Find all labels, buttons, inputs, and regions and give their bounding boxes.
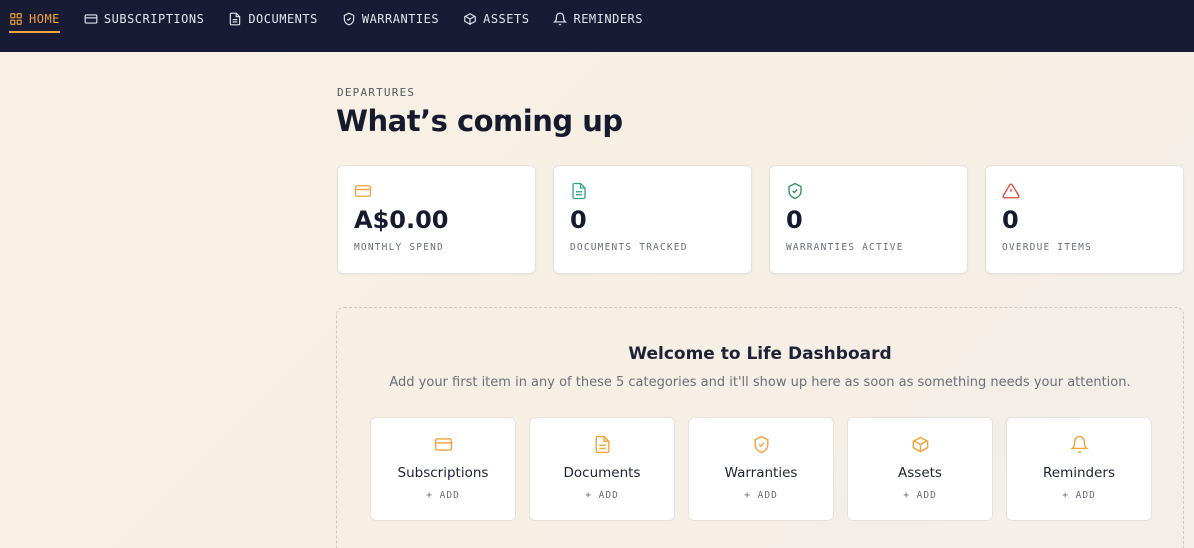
category-name: Subscriptions (397, 465, 489, 481)
add-asset-button[interactable]: + ADD (903, 490, 937, 501)
category-name: Documents (563, 465, 641, 481)
stat-overdue-items: 0 OVERDUE ITEMS (985, 165, 1184, 274)
category-card-documents[interactable]: Documents + ADD (529, 417, 675, 521)
add-reminder-button[interactable]: + ADD (1062, 490, 1096, 501)
welcome-subtitle: Add your first item in any of these 5 ca… (389, 375, 1131, 390)
add-warranty-button[interactable]: + ADD (744, 490, 778, 501)
bell-icon (553, 12, 568, 26)
credit-card-icon (434, 435, 453, 454)
credit-card-icon (84, 12, 98, 26)
category-name: Reminders (1043, 465, 1115, 481)
grid-icon (9, 12, 23, 26)
stat-value: 0 (570, 206, 587, 234)
nav-warranties[interactable]: WARRANTIES (342, 0, 439, 33)
add-subscription-button[interactable]: + ADD (426, 490, 460, 501)
welcome-title: Welcome to Life Dashboard (628, 344, 892, 364)
nav-subscriptions[interactable]: SUBSCRIPTIONS (84, 0, 204, 33)
stat-documents-tracked: 0 DOCUMENTS TRACKED (553, 165, 752, 274)
box-icon (463, 12, 477, 26)
document-icon (593, 435, 612, 454)
stats-row: A$0.00 MONTHLY SPEND 0 DOCUMENTS TRACKED… (337, 165, 1184, 274)
box-icon (911, 435, 930, 454)
nav-home-label: HOME (29, 11, 60, 26)
shield-check-icon (786, 182, 951, 200)
category-card-warranties[interactable]: Warranties + ADD (688, 417, 834, 521)
stat-label: MONTHLY SPEND (354, 242, 444, 253)
nav-home[interactable]: HOME (9, 0, 60, 33)
stat-label: DOCUMENTS TRACKED (570, 242, 688, 253)
welcome-panel: Welcome to Life Dashboard Add your first… (336, 307, 1184, 548)
top-nav: HOME SUBSCRIPTIONS DOCUMENTS WARRANTIES (0, 0, 1194, 52)
stat-label: WARRANTIES ACTIVE (786, 242, 904, 253)
shield-check-icon (752, 435, 771, 454)
nav-assets-label: ASSETS (483, 11, 530, 26)
category-card-reminders[interactable]: Reminders + ADD (1006, 417, 1152, 521)
category-row: Subscriptions + ADD Documents + ADD Warr… (370, 417, 1152, 521)
category-name: Assets (898, 465, 942, 481)
shield-check-icon (342, 12, 356, 26)
alert-triangle-icon (1002, 182, 1167, 200)
category-card-subscriptions[interactable]: Subscriptions + ADD (370, 417, 516, 521)
category-card-assets[interactable]: Assets + ADD (847, 417, 993, 521)
credit-card-icon (354, 182, 519, 200)
stat-label: OVERDUE ITEMS (1002, 242, 1092, 253)
stat-value: 0 (1002, 206, 1019, 234)
document-icon (228, 12, 242, 26)
nav-documents-label: DOCUMENTS (248, 11, 318, 26)
nav-documents[interactable]: DOCUMENTS (228, 0, 318, 33)
nav-assets[interactable]: ASSETS (463, 0, 529, 33)
nav-reminders[interactable]: REMINDERS (553, 0, 643, 33)
add-document-button[interactable]: + ADD (585, 490, 619, 501)
stat-value: A$0.00 (354, 206, 449, 234)
stat-value: 0 (786, 206, 803, 234)
nav-subscriptions-label: SUBSCRIPTIONS (103, 11, 205, 26)
section-eyebrow: DEPARTURES (337, 86, 416, 99)
document-icon (570, 182, 735, 200)
stat-monthly-spend: A$0.00 MONTHLY SPEND (337, 165, 536, 274)
page-title: What’s coming up (336, 104, 623, 138)
nav-reminders-label: REMINDERS (573, 11, 643, 26)
category-name: Warranties (724, 465, 798, 481)
bell-icon (1069, 435, 1089, 454)
stat-warranties-active: 0 WARRANTIES ACTIVE (769, 165, 968, 274)
nav-warranties-label: WARRANTIES (361, 11, 440, 26)
